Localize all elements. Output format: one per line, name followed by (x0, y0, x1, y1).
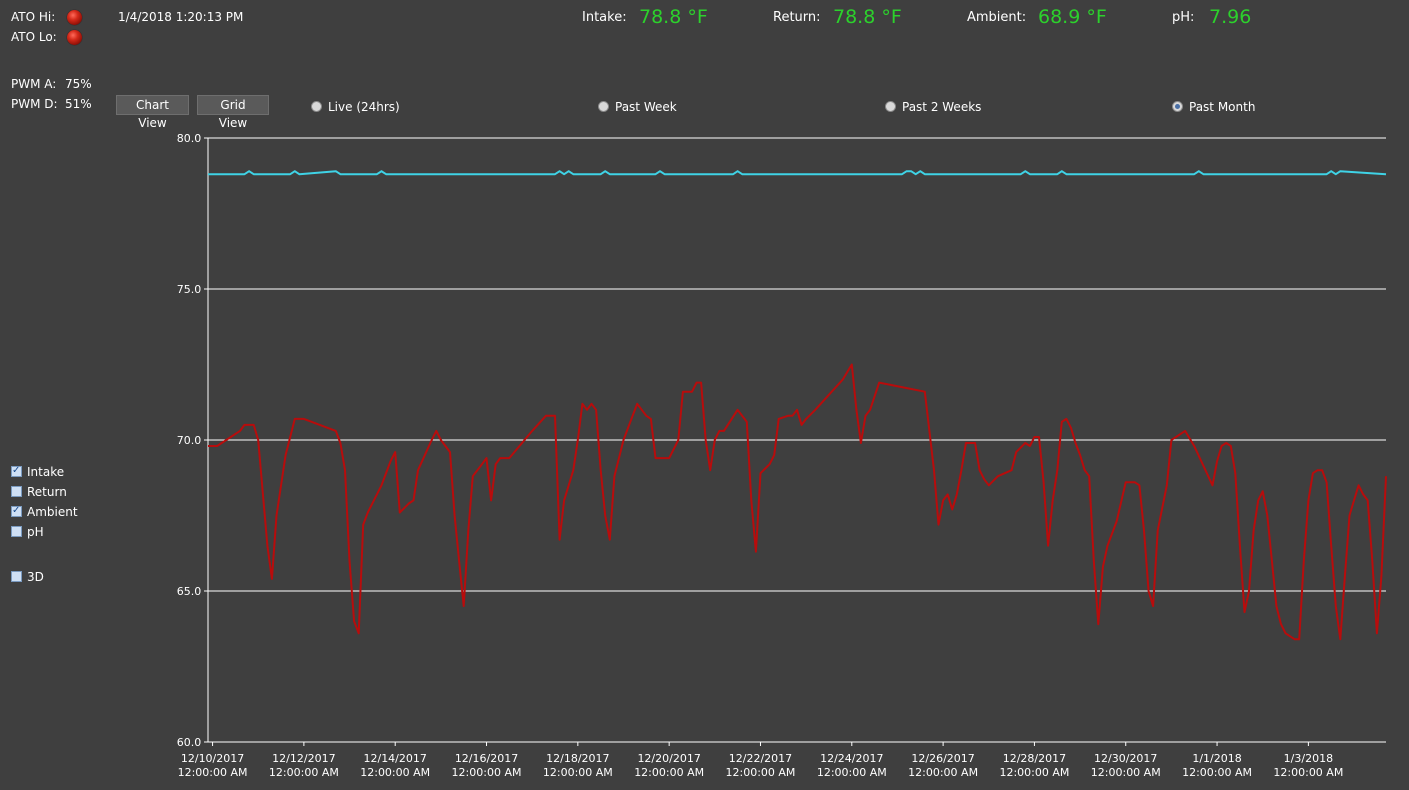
x-tick-label-time: 12:00:00 AM (360, 766, 430, 779)
toggle-intake-label: Intake (27, 465, 65, 479)
y-tick-label: 80.0 (177, 132, 202, 145)
pwm-a-value: 75% (65, 77, 92, 91)
x-tick-label-date: 12/24/2017 (820, 752, 883, 765)
x-tick-label-date: 12/28/2017 (1003, 752, 1066, 765)
checkbox-return[interactable] (11, 486, 22, 497)
ambient-label: Ambient: (967, 10, 1027, 25)
return-label: Return: (773, 10, 821, 25)
series-line-intake (208, 170, 1387, 176)
checkbox-ph[interactable] (11, 526, 22, 537)
y-tick-label: 65.0 (177, 585, 202, 598)
ph-label: pH: (1172, 10, 1195, 25)
radio-week[interactable] (598, 101, 609, 112)
timestamp: 1/4/2018 1:20:13 PM (118, 10, 244, 24)
x-tick-label-date: 12/16/2017 (455, 752, 518, 765)
checkbox-ambient[interactable]: ✓ (11, 505, 22, 517)
radio-month[interactable] (1172, 101, 1183, 112)
x-tick-label-time: 12:00:00 AM (1273, 766, 1343, 779)
x-tick-label-date: 12/12/2017 (272, 752, 335, 765)
x-tick-label-time: 12:00:00 AM (908, 766, 978, 779)
intake-label: Intake: (582, 10, 627, 25)
x-tick-label-time: 12:00:00 AM (1091, 766, 1161, 779)
x-tick-label-date: 12/30/2017 (1094, 752, 1157, 765)
x-tick-label-date: 1/3/2018 (1284, 752, 1333, 765)
y-tick-label: 70.0 (177, 434, 202, 447)
x-tick-label-date: 12/14/2017 (363, 752, 426, 765)
ph-value: 7.96 (1209, 6, 1252, 28)
temperature-chart: 80.075.070.065.060.012/10/201712:00:00 A… (177, 132, 1387, 779)
x-tick-label-date: 12/18/2017 (546, 752, 609, 765)
grid-view-button[interactable]: Grid View (197, 95, 269, 130)
x-tick-label-time: 12:00:00 AM (178, 766, 248, 779)
chart-view-button[interactable]: Chart View (116, 95, 189, 130)
toggle-return-label: Return (27, 485, 67, 499)
toggle-3d-label: 3D (27, 570, 44, 584)
x-tick-label-date: 12/22/2017 (729, 752, 792, 765)
x-tick-label-time: 12:00:00 AM (817, 766, 887, 779)
range-live-label: Live (24hrs) (328, 100, 400, 114)
toggle-ambient-label: Ambient (27, 505, 78, 519)
range-month-label: Past Month (1189, 100, 1256, 114)
radio-two-weeks[interactable] (885, 101, 896, 112)
ato-hi-indicator (67, 10, 82, 25)
intake-value: 78.8 °F (639, 6, 708, 28)
pwm-d-label: PWM D: (11, 97, 58, 111)
x-tick-label-time: 12:00:00 AM (452, 766, 522, 779)
x-tick-label-time: 12:00:00 AM (726, 766, 796, 779)
ato-lo-label: ATO Lo: (11, 30, 57, 44)
range-week-label: Past Week (615, 100, 677, 114)
radio-live[interactable] (311, 101, 322, 112)
x-tick-label-date: 12/26/2017 (911, 752, 974, 765)
y-tick-label: 60.0 (177, 736, 202, 749)
ato-hi-label: ATO Hi: (11, 10, 56, 24)
return-value: 78.8 °F (833, 6, 902, 28)
x-tick-label-date: 12/20/2017 (637, 752, 700, 765)
pwm-d-value: 51% (65, 97, 92, 111)
ato-lo-indicator (67, 30, 82, 45)
range-two-weeks-label: Past 2 Weeks (902, 100, 982, 114)
x-tick-label-time: 12:00:00 AM (269, 766, 339, 779)
toggle-ph-label: pH (27, 525, 44, 539)
x-tick-label-date: 12/10/2017 (181, 752, 244, 765)
checkbox-3d[interactable] (11, 571, 22, 582)
x-tick-label-date: 1/1/2018 (1192, 752, 1241, 765)
y-tick-label: 75.0 (177, 283, 202, 296)
x-tick-label-time: 12:00:00 AM (999, 766, 1069, 779)
x-tick-label-time: 12:00:00 AM (1182, 766, 1252, 779)
ambient-value: 68.9 °F (1038, 6, 1107, 28)
x-tick-label-time: 12:00:00 AM (634, 766, 704, 779)
x-tick-label-time: 12:00:00 AM (543, 766, 613, 779)
checkbox-intake[interactable]: ✓ (11, 465, 22, 477)
pwm-a-label: PWM A: (11, 77, 57, 91)
series-line-ambient (208, 363, 1387, 641)
